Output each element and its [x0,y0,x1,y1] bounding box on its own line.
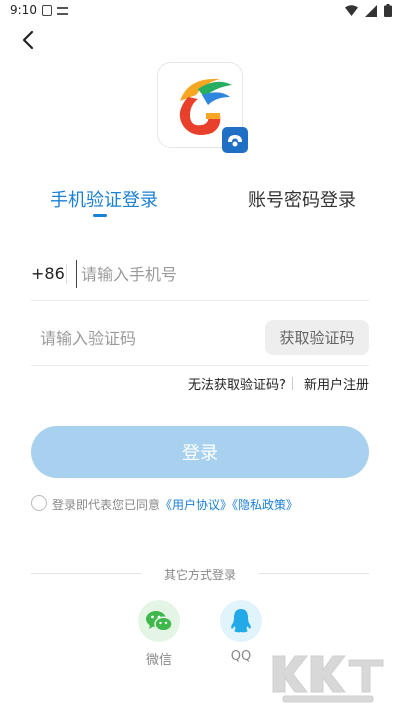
watermark-icon [272,655,384,703]
divider [292,377,293,390]
divider [31,300,369,301]
chevron-left-icon [22,30,34,50]
user-agreement-link[interactable]: 《用户协议》 [160,498,232,512]
battery-icon [384,4,392,17]
wechat-icon [146,611,173,632]
notification-icon [57,7,68,15]
other-login-title: 其它方式登录 [163,568,236,582]
wifi-icon [345,5,358,16]
phone-input[interactable] [76,260,366,288]
divider [31,573,141,574]
status-bar: 9:10 [0,0,400,22]
agreement-text: 登录即代表您已同意《用户协议》《隐私政策》 [52,496,298,513]
qq-icon [231,609,251,633]
divider [259,573,369,574]
qq-label: QQ [230,649,252,664]
country-code[interactable]: +86 [31,264,65,283]
tab-phone-login[interactable]: 手机验证登录 [50,186,158,212]
verification-code-input[interactable] [40,324,250,352]
divider [31,365,369,366]
get-code-button[interactable]: 获取验证码 [265,320,369,355]
agreement-checkbox[interactable] [31,495,47,511]
tab-password-login[interactable]: 账号密码登录 [248,186,356,212]
wechat-login-button[interactable]: 微信 [134,600,184,668]
status-time: 9:10 [10,3,37,17]
login-button[interactable]: 登录 [31,426,369,478]
logo-badge [222,127,248,153]
signal-icon [365,4,377,17]
qq-login-button[interactable]: QQ [216,600,266,664]
agreement-prefix: 登录即代表您已同意 [52,498,161,512]
back-button[interactable] [14,26,42,54]
badge-icon [222,127,248,153]
watermark-logo [271,652,386,704]
divider [66,264,67,284]
register-link[interactable]: 新用户注册 [304,374,369,393]
privacy-policy-link[interactable]: 《隐私政策》 [232,498,298,512]
active-tab-indicator [93,214,107,217]
cannot-get-code-link[interactable]: 无法获取验证码? [188,374,286,393]
notification-icon [42,5,52,16]
wechat-label: 微信 [145,653,172,668]
